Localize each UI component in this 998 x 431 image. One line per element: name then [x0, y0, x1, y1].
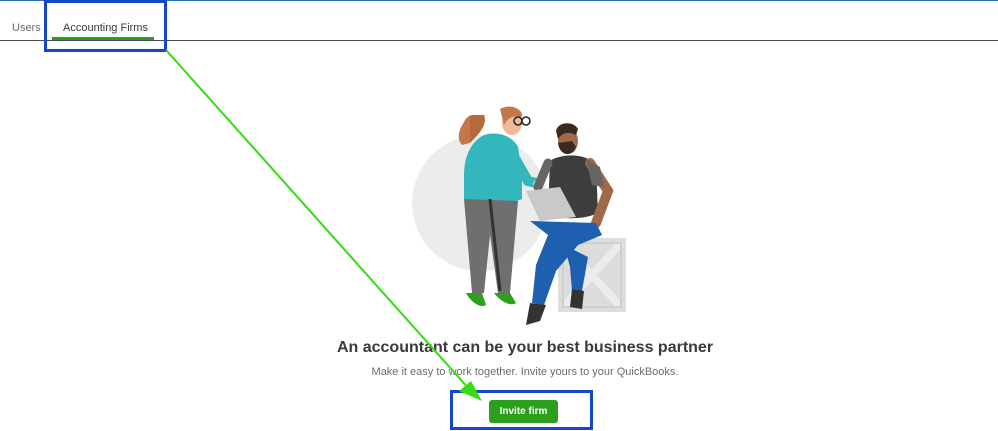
empty-state-headline: An accountant can be your best business …	[336, 339, 714, 356]
annotation-box-button	[450, 390, 593, 430]
empty-state-subtext: Make it easy to work together. Invite yo…	[371, 366, 679, 378]
tab-users[interactable]: Users	[12, 22, 41, 34]
accountant-partners-illustration	[412, 106, 626, 325]
annotation-box-tab	[44, 0, 167, 52]
